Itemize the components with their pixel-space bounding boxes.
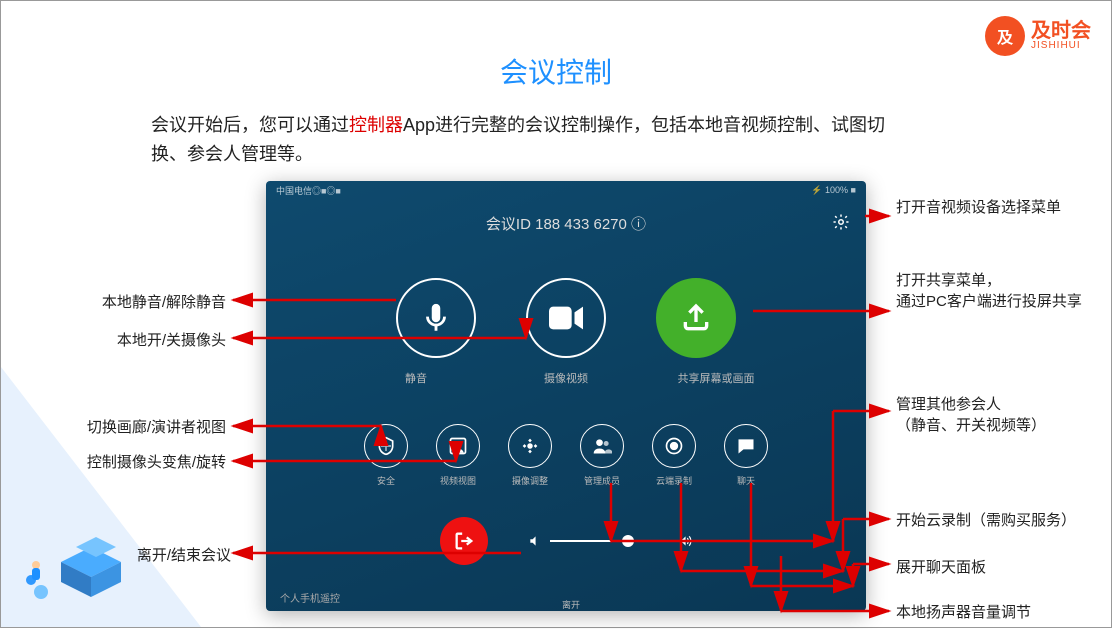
- video-label: 摄像视频: [506, 370, 626, 386]
- share-label: 共享屏幕或画面: [656, 370, 776, 386]
- description: 会议开始后，您可以通过控制器App进行完整的会议控制操作，包括本地音视频控制、试…: [151, 111, 921, 169]
- primary-button-row: [266, 278, 866, 358]
- view-label: 视频视图: [436, 474, 480, 487]
- annot-view-switch: 切换画廊/演讲者视图: [26, 416, 226, 437]
- mute-label: 静音: [356, 370, 476, 386]
- foot-note: 个人手机遥控: [280, 590, 340, 605]
- status-bar: 中国电信◎■◎■ ⚡ 100% ■: [266, 181, 866, 199]
- view-button[interactable]: [436, 424, 480, 468]
- desc-highlight: 控制器: [349, 115, 403, 135]
- security-button[interactable]: [364, 424, 408, 468]
- volume-knob[interactable]: [622, 535, 634, 547]
- status-left: 中国电信◎■◎■: [276, 184, 341, 197]
- brand-monogram: 及: [985, 16, 1025, 56]
- volume-high-icon: [678, 534, 692, 548]
- record-button[interactable]: [652, 424, 696, 468]
- mute-button[interactable]: [396, 278, 476, 358]
- leave-label: 离开: [562, 598, 580, 611]
- camera-adjust-button[interactable]: [508, 424, 552, 468]
- security-label: 安全: [364, 474, 408, 487]
- video-button[interactable]: [526, 278, 606, 358]
- annot-record: 开始云录制（需购买服务）: [896, 509, 1112, 530]
- annot-chat: 展开聊天面板: [896, 556, 1076, 577]
- gear-icon[interactable]: [832, 213, 850, 235]
- brand-name-cn: 及时会: [1031, 21, 1091, 41]
- annot-leave: 离开/结束会议: [101, 544, 231, 565]
- annot-participants: 管理其他参会人 （静音、开关视频等）: [896, 393, 1086, 435]
- chat-label: 聊天: [724, 474, 768, 487]
- volume-track[interactable]: [550, 540, 670, 542]
- annot-cam-adjust: 控制摄像头变焦/旋转: [19, 451, 226, 472]
- volume-low-icon: [528, 534, 542, 548]
- volume-slider[interactable]: [528, 534, 692, 548]
- brand-logo: 及 及时会 JISHIHUI: [985, 16, 1091, 56]
- meeting-id: 188 433 6270: [535, 216, 627, 233]
- annot-camera-toggle: 本地开/关摄像头: [56, 329, 226, 350]
- meeting-header: 会议ID 188 433 6270 ⓘ: [266, 199, 866, 248]
- annot-volume: 本地扬声器音量调节: [896, 601, 1096, 622]
- status-right: ⚡ 100% ■: [811, 185, 856, 196]
- annot-mute: 本地静音/解除静音: [36, 291, 226, 312]
- page-title: 会议控制: [500, 51, 612, 91]
- desc-pre: 会议开始后，您可以通过: [151, 115, 349, 135]
- annot-share: 打开共享菜单， 通过PC客户端进行投屏共享: [896, 269, 1086, 311]
- chat-button[interactable]: [724, 424, 768, 468]
- share-button[interactable]: [656, 278, 736, 358]
- brand-name-en: JISHIHUI: [1031, 41, 1091, 51]
- record-label: 云端录制: [652, 474, 696, 487]
- leave-button[interactable]: [440, 517, 488, 565]
- annot-settings: 打开音视频设备选择菜单: [896, 196, 1076, 217]
- bottom-row: [266, 517, 866, 565]
- participants-button[interactable]: [580, 424, 624, 468]
- participants-label: 管理成员: [580, 474, 624, 487]
- controller-app-screen: 中国电信◎■◎■ ⚡ 100% ■ 会议ID 188 433 6270 ⓘ 静音…: [266, 181, 866, 611]
- info-icon[interactable]: ⓘ: [631, 216, 646, 233]
- meeting-id-label: 会议ID: [486, 216, 531, 233]
- secondary-button-row: [266, 424, 866, 468]
- camera-adjust-label: 摄像调整: [508, 474, 552, 487]
